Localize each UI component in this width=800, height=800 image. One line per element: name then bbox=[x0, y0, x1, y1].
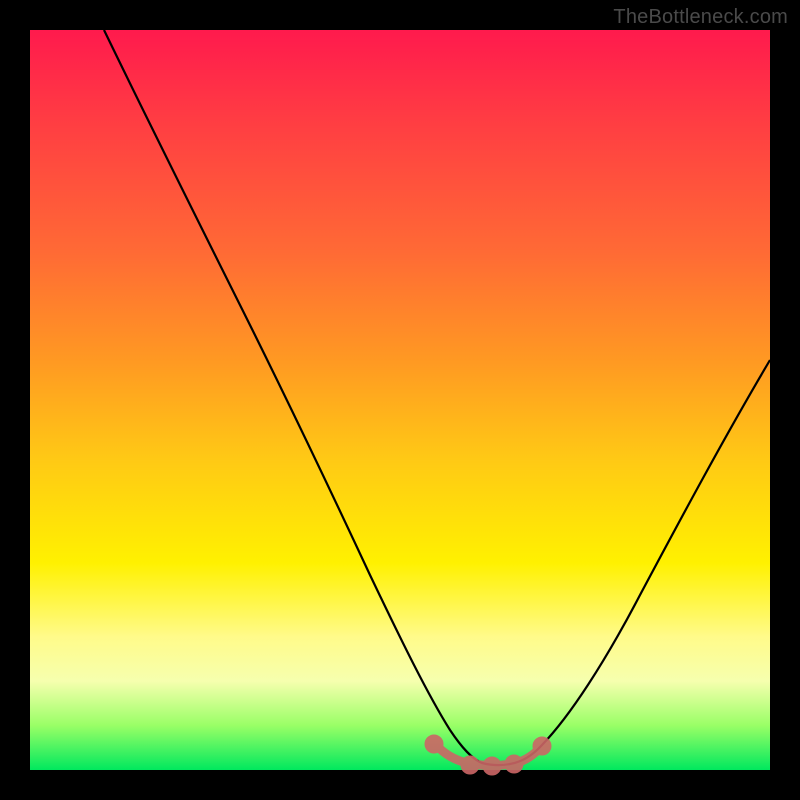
optimal-zone-highlight bbox=[429, 739, 547, 771]
chart-overlay bbox=[30, 30, 770, 770]
chart-frame: TheBottleneck.com bbox=[0, 0, 800, 800]
watermark-text: TheBottleneck.com bbox=[613, 6, 788, 29]
bottleneck-curve bbox=[104, 30, 770, 765]
